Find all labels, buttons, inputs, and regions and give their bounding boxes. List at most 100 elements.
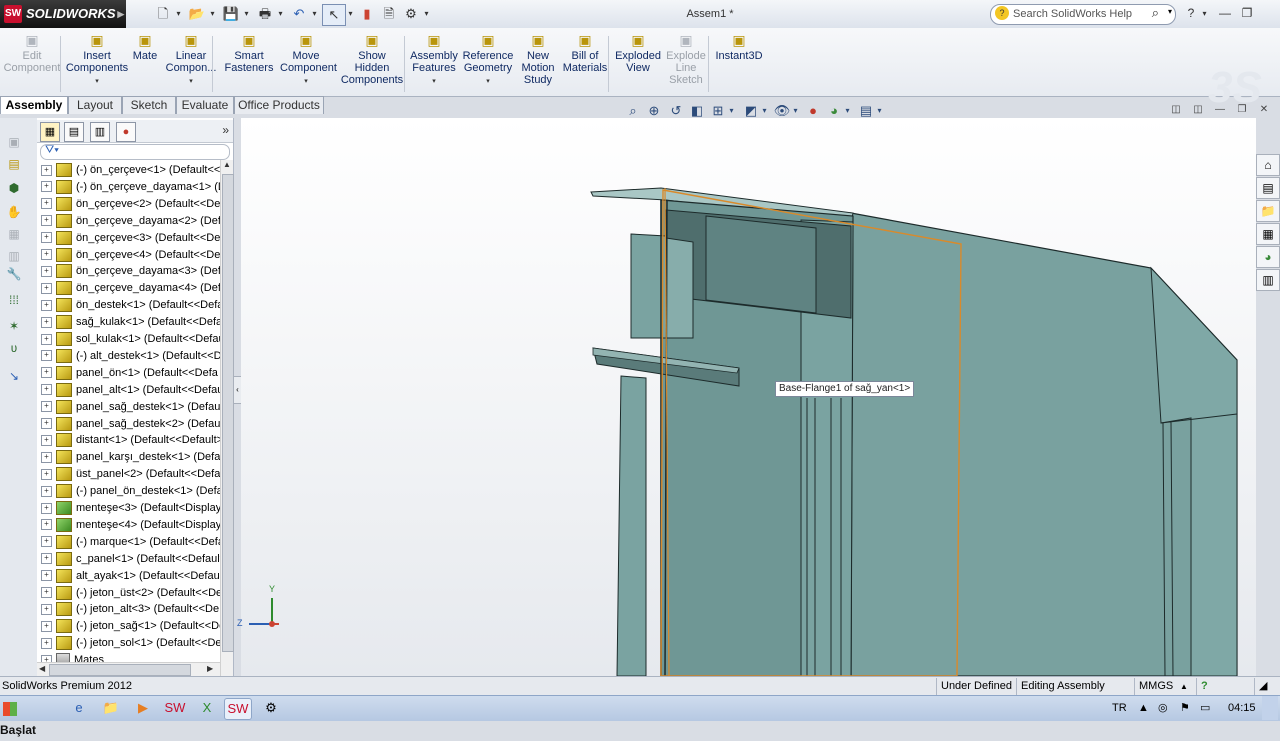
expand-icon[interactable]: +: [41, 164, 52, 176]
doc-close-button[interactable]: ✕: [1256, 102, 1272, 118]
tree-item[interactable]: + (-) alt_destek<1> (Default<<D: [37, 348, 220, 365]
feature-manager-tab-icon[interactable]: ▦: [40, 122, 60, 142]
app-running-icon[interactable]: ⚙: [258, 698, 284, 718]
solidworks-launcher-icon[interactable]: SW: [162, 698, 188, 718]
status-resize-icon[interactable]: ◢: [1254, 678, 1279, 695]
expand-icon[interactable]: +: [41, 198, 52, 210]
move-component-dropdown-icon[interactable]: ▾: [280, 76, 332, 88]
tray-expand-icon[interactable]: ▲: [1138, 696, 1149, 720]
units-arrow-icon[interactable]: ▲: [1180, 677, 1188, 696]
tree-item[interactable]: + (-) ön_çerçeve<1> (Default<<D: [37, 162, 220, 179]
excel-icon[interactable]: X: [194, 698, 220, 718]
doc-restore-button[interactable]: ❐: [1234, 102, 1250, 118]
tab-sketch[interactable]: Sketch: [122, 96, 176, 114]
language-indicator[interactable]: TR: [1112, 696, 1127, 720]
menu-expand-icon[interactable]: ▸: [117, 0, 124, 28]
bill-of-materials-button[interactable]: ▣ Bill of Materials: [562, 32, 608, 94]
show-hidden-components-button[interactable]: ▣ Show Hidden Components: [340, 32, 404, 94]
mate-side-icon[interactable]: 🔧: [6, 266, 22, 282]
expand-icon[interactable]: +: [41, 502, 52, 514]
media-player-icon[interactable]: ▶: [130, 698, 156, 718]
expand-icon[interactable]: +: [41, 367, 52, 379]
property-manager-tab-icon[interactable]: ▤: [64, 122, 84, 142]
expand-icon[interactable]: +: [41, 434, 52, 446]
tree-item[interactable]: + menteşe<3> (Default<Display S: [37, 500, 220, 517]
expand-icon[interactable]: +: [41, 232, 52, 244]
solidworks-logo[interactable]: SW SOLIDWORKS ▸: [0, 0, 126, 28]
options-dropdown-icon[interactable]: ▾: [422, 4, 431, 24]
tree-item[interactable]: + (-) ön_çerçeve_dayama<1> (De: [37, 179, 220, 196]
file-explorer-icon[interactable]: 📁: [1256, 200, 1280, 222]
undo-icon[interactable]: ↶: [288, 4, 310, 24]
expand-icon[interactable]: +: [41, 451, 52, 463]
display-manager-tab-icon[interactable]: ●: [116, 122, 136, 142]
tree-item[interactable]: + üst_panel<2> (Default<<Defau: [37, 466, 220, 483]
expand-icon[interactable]: +: [41, 401, 52, 413]
tree-item[interactable]: + panel_alt<1> (Default<<Defau: [37, 382, 220, 399]
tab-evaluate[interactable]: Evaluate: [176, 96, 234, 114]
tree-item[interactable]: + (-) jeton_sağ<1> (Default<<De: [37, 618, 220, 635]
tree-vertical-scrollbar[interactable]: ▲ ▼: [220, 160, 234, 706]
viewport-tile2-icon[interactable]: ◫: [1190, 102, 1206, 118]
tree-item[interactable]: + distant<1> (Default<<Default>: [37, 432, 220, 449]
tree-item[interactable]: + (-) marque<1> (Default<<Defa: [37, 534, 220, 551]
tree-item[interactable]: + ön_çerçeve<4> (Default<<Def: [37, 247, 220, 264]
assembly-features-dropdown-icon[interactable]: ▾: [410, 76, 458, 88]
expand-icon[interactable]: +: [41, 587, 52, 599]
expand-icon[interactable]: +: [41, 316, 52, 328]
new-document-icon[interactable]: 🗋: [152, 4, 174, 24]
search-dropdown-icon[interactable]: ▾: [1168, 7, 1172, 16]
move-component-button[interactable]: ▣ Move Component ▾: [280, 32, 337, 94]
tab-office-products[interactable]: Office Products: [234, 96, 324, 114]
status-help-icon[interactable]: ?: [1196, 678, 1219, 695]
scroll-left-icon[interactable]: ◀: [39, 664, 45, 673]
view-palette-icon[interactable]: ▦: [1256, 223, 1280, 245]
linear-component-button[interactable]: ▣ Linear Compon... ▾: [164, 32, 218, 94]
tree-item[interactable]: + alt_ayak<1> (Default<<Defaul: [37, 568, 220, 585]
expand-icon[interactable]: +: [41, 333, 52, 345]
expand-icon[interactable]: +: [41, 485, 52, 497]
options-icon[interactable]: ⚙: [400, 4, 422, 24]
tree-item[interactable]: + ön_destek<1> (Default<<Defa: [37, 297, 220, 314]
expand-icon[interactable]: +: [41, 350, 52, 362]
expand-icon[interactable]: +: [41, 570, 52, 582]
move-side-icon[interactable]: ʋ: [6, 340, 22, 356]
assembly-model[interactable]: [241, 118, 1256, 676]
file-properties-icon[interactable]: 🗎: [378, 4, 400, 24]
select-arrow-icon[interactable]: ↖: [322, 4, 346, 26]
exploded-view-button[interactable]: ▣ Exploded View: [614, 32, 662, 94]
expand-icon[interactable]: +: [41, 384, 52, 396]
tree-item[interactable]: + ön_çerçeve_dayama<2> (Defa: [37, 213, 220, 230]
hide-side-icon[interactable]: ✋: [6, 204, 22, 220]
new-motion-study-button[interactable]: ▣ New Motion Study: [518, 32, 558, 94]
assembly-features-button[interactable]: ▣ Assembly Features ▾: [410, 32, 458, 94]
expand-icon[interactable]: +: [41, 418, 52, 430]
tree-vertical-scroll-thumb[interactable]: [222, 174, 234, 652]
insert-components-dropdown-icon[interactable]: ▾: [64, 76, 130, 88]
tree-item[interactable]: + c_panel<1> (Default<<Default: [37, 551, 220, 568]
instant3d-button[interactable]: ▣ Instant3D: [714, 32, 764, 94]
scroll-right-icon[interactable]: ▶: [207, 664, 213, 673]
tree-item[interactable]: + ön_çerçeve<2> (Default<<Def: [37, 196, 220, 213]
design-library-icon[interactable]: ▤: [1256, 177, 1280, 199]
explode-line-sketch-button[interactable]: ▣ Explode Line Sketch: [664, 32, 708, 94]
tree-item[interactable]: + panel_sağ_destek<1> (Default: [37, 399, 220, 416]
restore-button[interactable]: ❐: [1238, 5, 1256, 21]
minimize-button[interactable]: —: [1216, 5, 1234, 21]
expand-icon[interactable]: +: [41, 181, 52, 193]
custom-properties-icon[interactable]: ▥: [1256, 269, 1280, 291]
copy-side-icon[interactable]: ▦: [6, 226, 22, 242]
open-dropdown-icon[interactable]: ▾: [208, 4, 217, 24]
search-icon[interactable]: ⌕: [1152, 5, 1159, 21]
paste-side-icon[interactable]: ▥: [6, 248, 22, 264]
expand-icon[interactable]: +: [41, 620, 52, 632]
tree-item[interactable]: + (-) jeton_alt<3> (Default<<De: [37, 601, 220, 618]
show-desktop-button[interactable]: [1262, 696, 1278, 720]
edit-component-button[interactable]: ▣ Edit Component: [2, 32, 62, 94]
tree-item[interactable]: + panel_sağ_destek<2> (Default: [37, 416, 220, 433]
mate-button[interactable]: ▣ Mate: [132, 32, 158, 94]
appearances-icon[interactable]: ◕: [1256, 246, 1280, 268]
expand-icon[interactable]: +: [41, 519, 52, 531]
expand-icon[interactable]: +: [41, 282, 52, 294]
tree-item[interactable]: + (-) jeton_üst<2> (Default<<De: [37, 585, 220, 602]
